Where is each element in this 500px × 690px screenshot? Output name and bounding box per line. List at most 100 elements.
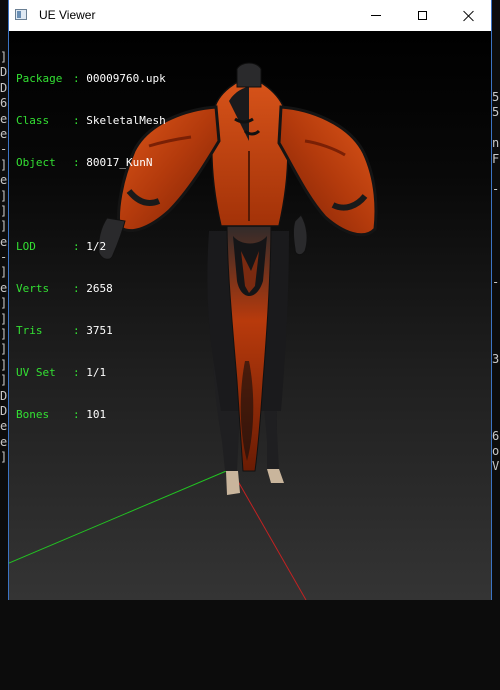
lod-value: 1/2	[86, 240, 107, 253]
console-right-line	[492, 229, 500, 244]
console-left-line: ]	[0, 265, 8, 280]
console-right-line: V	[492, 459, 500, 474]
object-value: 80017_KunN	[86, 156, 153, 169]
console-left-line: ]	[0, 373, 8, 388]
info-spacer	[16, 198, 166, 212]
console-right-line	[492, 198, 500, 213]
tris-separator: :	[73, 324, 87, 337]
background-console-right: 55 nF - - 3 6oV	[492, 0, 500, 690]
info-row-uvset: UV Set: 1/1	[16, 366, 166, 380]
package-separator: :	[73, 72, 87, 85]
console-right-line: 6	[492, 428, 500, 443]
console-left-line: ]	[0, 357, 8, 372]
info-row-verts: Verts: 2658	[16, 282, 166, 296]
info-row-bones: Bones: 101	[16, 408, 166, 422]
console-right-line: F	[492, 151, 500, 166]
console-right-line	[492, 382, 500, 397]
console-left-line: ]	[0, 450, 8, 465]
console-left-line: ]	[0, 327, 8, 342]
info-row-lod: LOD: 1/2	[16, 240, 166, 254]
console-left-line: e	[0, 126, 8, 141]
tris-value: 3751	[86, 324, 113, 337]
console-left-line: ]	[0, 296, 8, 311]
verts-value: 2658	[86, 282, 113, 295]
console-left-line: ]	[0, 311, 8, 326]
console-left-line: e	[0, 234, 8, 249]
lod-separator: :	[73, 240, 87, 253]
console-right-line: o	[492, 443, 500, 458]
console-left-line: ]	[0, 203, 8, 218]
console-left-line: ]	[0, 188, 8, 203]
title-bar[interactable]: UE Viewer	[9, 0, 491, 31]
console-right-line	[492, 167, 500, 182]
class-label: Class	[16, 114, 50, 127]
tris-label: Tris	[16, 324, 43, 337]
console-left-line: -	[0, 142, 8, 157]
console-left-line: -	[0, 250, 8, 265]
console-right-line	[492, 367, 500, 382]
ue-viewer-window: UE Viewer Package: 00009760.upk Class:…	[8, 0, 492, 600]
x-axis-line	[9, 468, 232, 564]
console-right-line: 5	[492, 105, 500, 120]
console-right-line	[492, 244, 500, 259]
mesh-info-overlay: Package: 00009760.upk Class: SkeletalMes…	[16, 44, 166, 450]
close-button[interactable]	[445, 0, 491, 31]
console-right-line	[492, 413, 500, 428]
console-left-line: e	[0, 173, 8, 188]
object-label: Object	[16, 156, 56, 169]
bones-value: 101	[86, 408, 107, 421]
class-separator: :	[73, 114, 87, 127]
package-label: Package	[16, 72, 63, 85]
console-left-line: D	[0, 80, 8, 95]
console-left-line: D	[0, 65, 8, 80]
maximize-icon	[417, 11, 427, 20]
verts-separator: :	[73, 282, 87, 295]
console-left-line: e	[0, 280, 8, 295]
minimize-icon	[371, 15, 381, 16]
class-value: SkeletalMesh	[86, 114, 166, 127]
bones-separator: :	[73, 408, 87, 421]
info-row-package: Package: 00009760.upk	[16, 72, 166, 86]
console-left-line: e	[0, 111, 8, 126]
console-left-line: ]	[0, 50, 8, 64]
info-row-tris: Tris: 3751	[16, 324, 166, 338]
console-right-line	[492, 321, 500, 336]
console-right-line	[492, 336, 500, 351]
minimize-button[interactable]	[353, 0, 399, 31]
package-value: 00009760.upk	[86, 72, 166, 85]
console-right-line	[492, 259, 500, 274]
lod-label: LOD	[16, 240, 36, 253]
console-left-line: e	[0, 434, 8, 449]
window-title: UE Viewer	[39, 8, 96, 22]
uvset-value: 1/1	[86, 366, 107, 379]
console-left-line: D	[0, 388, 8, 403]
object-separator: :	[73, 156, 87, 169]
console-right-line	[492, 213, 500, 228]
background-console-left: ] D D 6 e e -] e]]] e -] e]]]]]] D De e]	[0, 0, 8, 650]
console-right-line	[492, 290, 500, 305]
console-right-line: n	[492, 136, 500, 151]
console-left-line: ]	[0, 342, 8, 357]
console-left-line: ]	[0, 157, 8, 172]
console-left-line: D	[0, 403, 8, 418]
app-window-icon	[15, 9, 27, 20]
console-left-line: ]	[0, 219, 8, 234]
console-right-line	[492, 305, 500, 320]
verts-label: Verts	[16, 282, 50, 295]
uvset-separator: :	[73, 366, 87, 379]
console-left-line: 6	[0, 96, 8, 111]
console-right-line	[492, 398, 500, 413]
console-right-line: -	[492, 274, 500, 289]
console-right-line: 5	[492, 90, 500, 104]
console-right-line: 3	[492, 351, 500, 366]
console-left-line: e	[0, 419, 8, 434]
close-icon	[462, 10, 474, 22]
info-row-object: Object: 80017_KunN	[16, 156, 166, 170]
maximize-button[interactable]	[399, 0, 445, 31]
bones-label: Bones	[16, 408, 50, 421]
console-right-line: -	[492, 182, 500, 197]
info-row-class: Class: SkeletalMesh	[16, 114, 166, 128]
y-axis-line	[230, 468, 307, 600]
uvset-label: UV Set	[16, 366, 56, 379]
3d-viewport[interactable]: Package: 00009760.upk Class: SkeletalMes…	[9, 31, 491, 600]
